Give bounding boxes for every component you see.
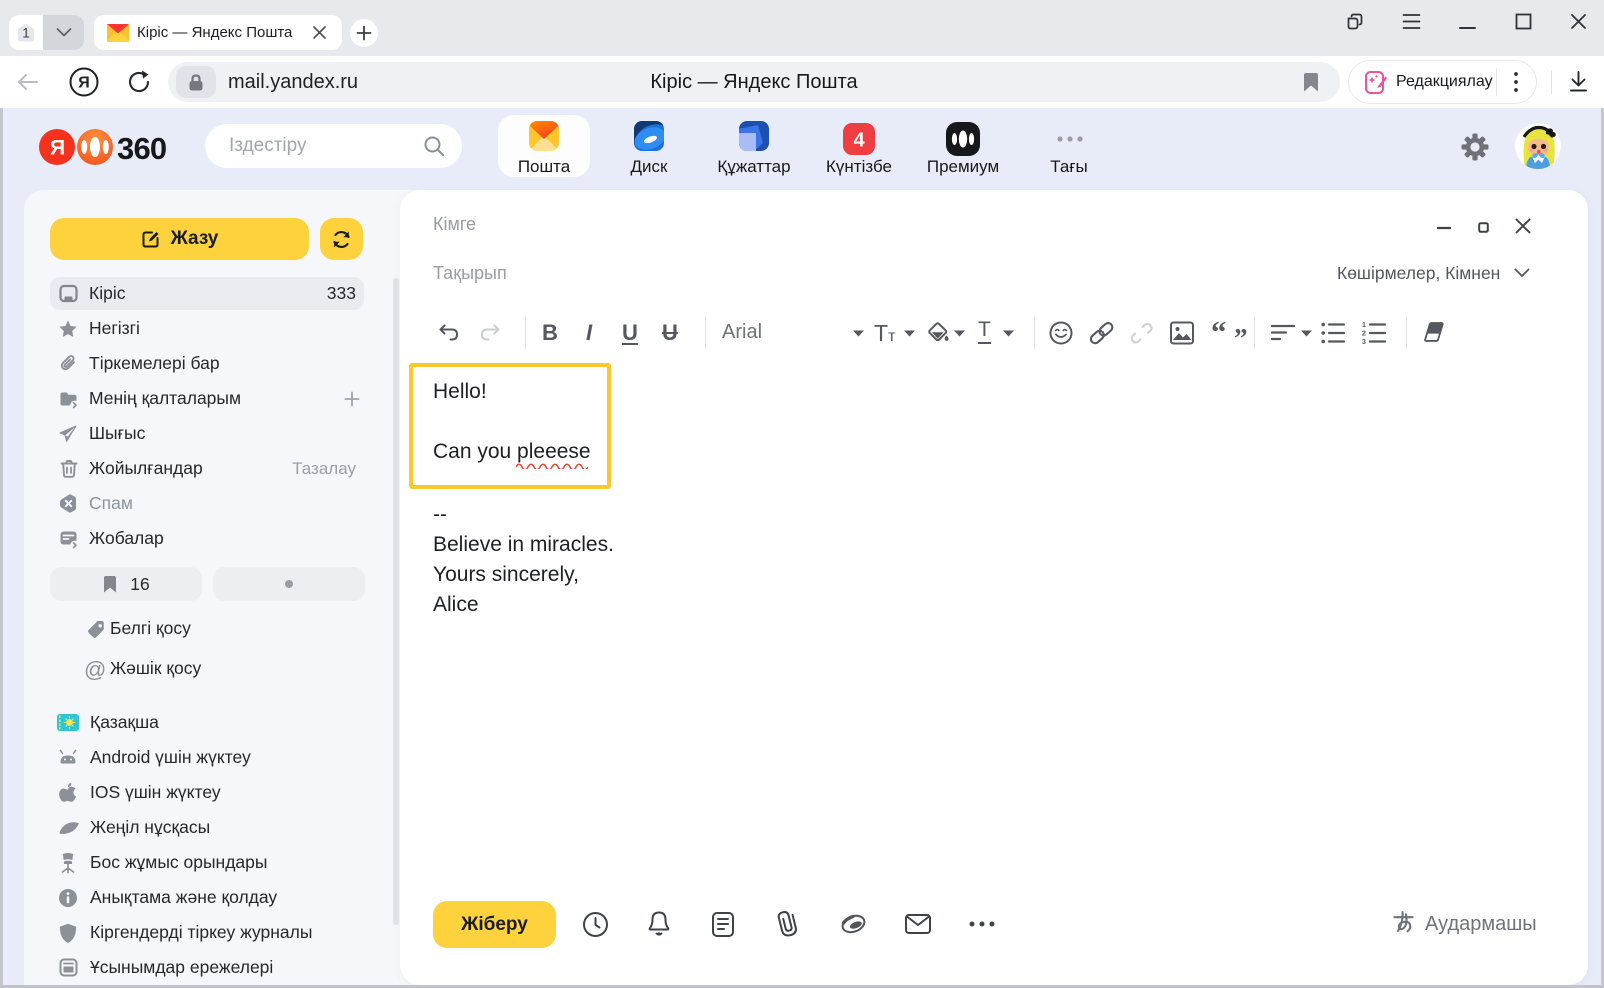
svg-text:1: 1 [22,26,30,41]
svg-text:Я: Я [78,75,90,92]
svg-text:2: 2 [1362,331,1366,338]
svg-text:4: 4 [853,130,865,152]
svg-text:3: 3 [1362,339,1366,344]
svg-text:Я: Я [50,137,65,160]
svg-text:1: 1 [1362,322,1366,329]
